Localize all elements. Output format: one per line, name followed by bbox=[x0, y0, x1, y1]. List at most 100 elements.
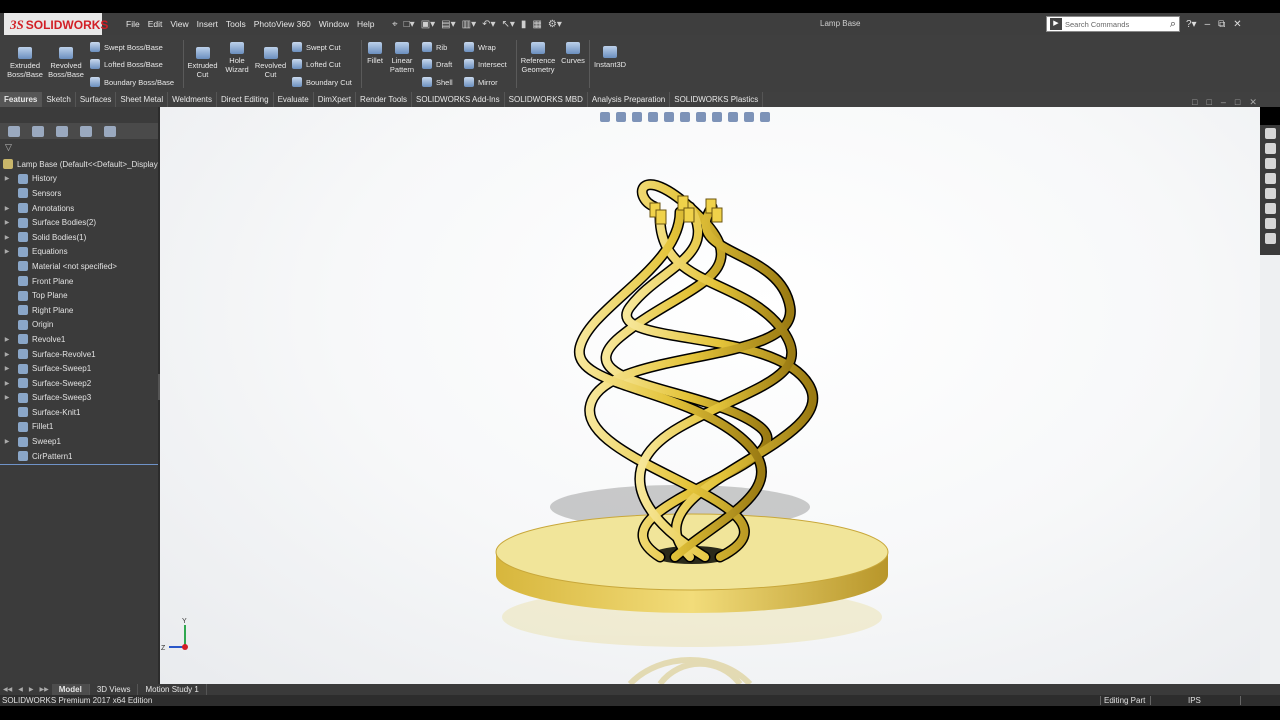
tab-surfaces[interactable]: Surfaces bbox=[76, 92, 117, 107]
select-icon[interactable]: ↖▾ bbox=[502, 19, 515, 30]
hide-show-items-icon[interactable] bbox=[712, 112, 722, 122]
unit-system[interactable]: IPS bbox=[1188, 695, 1201, 706]
custom-properties-icon[interactable] bbox=[1264, 203, 1276, 214]
tab-motion-study[interactable]: Motion Study 1 bbox=[138, 684, 207, 695]
tab-weldments[interactable]: Weldments bbox=[168, 92, 217, 107]
instant3d-button[interactable]: Instant3D bbox=[592, 46, 628, 69]
revolved-cut-button[interactable]: Revolved Cut bbox=[254, 47, 287, 79]
fillet-button[interactable]: Fillet bbox=[364, 42, 386, 65]
section-view-icon[interactable] bbox=[648, 112, 658, 122]
expand-arrow-icon[interactable]: ▶ bbox=[3, 219, 11, 226]
tree-item[interactable]: ▶ Surface-Sweep2 bbox=[0, 376, 158, 391]
minimize-icon[interactable]: – bbox=[1205, 19, 1211, 30]
menu-help[interactable]: Help bbox=[353, 19, 378, 29]
tree-filter[interactable]: ▽ bbox=[0, 141, 158, 155]
first-tab-icon[interactable]: ◀◀ bbox=[0, 686, 15, 693]
tree-item[interactable]: Sensors bbox=[0, 186, 158, 201]
tab-evaluate[interactable]: Evaluate bbox=[274, 92, 314, 107]
hole-wizard-button[interactable]: Hole Wizard bbox=[221, 42, 253, 74]
tree-item[interactable]: ▶ Revolve1 bbox=[0, 332, 158, 347]
extruded-cut-button[interactable]: Extruded Cut bbox=[186, 47, 219, 79]
menu-view[interactable]: View bbox=[166, 19, 192, 29]
apply-scene-icon[interactable] bbox=[744, 112, 754, 122]
expand-arrow-icon[interactable]: ▶ bbox=[3, 336, 11, 343]
tab-render-tools[interactable]: Render Tools bbox=[356, 92, 413, 107]
tab-direct-editing[interactable]: Direct Editing bbox=[217, 92, 274, 107]
tab-sketch[interactable]: Sketch bbox=[42, 92, 76, 107]
tree-item[interactable]: ▶ Surface-Sweep1 bbox=[0, 361, 158, 376]
restore-icon[interactable]: ⧉ bbox=[1218, 19, 1225, 30]
tree-item[interactable]: Surface-Knit1 bbox=[0, 405, 158, 420]
dimxpert-manager-icon[interactable] bbox=[80, 125, 92, 137]
boundary-boss-button[interactable]: Boundary Boss/Base bbox=[90, 76, 174, 88]
menu-tools[interactable]: Tools bbox=[222, 19, 250, 29]
tree-item[interactable]: Front Plane bbox=[0, 274, 158, 289]
wrap-button[interactable]: Wrap bbox=[464, 41, 496, 53]
menu-insert[interactable]: Insert bbox=[193, 19, 222, 29]
tab-addins[interactable]: SOLIDWORKS Add-Ins bbox=[412, 92, 505, 107]
extruded-boss-button[interactable]: Extruded Boss/Base bbox=[6, 47, 44, 79]
rebuild-icon[interactable]: ▮ bbox=[521, 19, 527, 30]
tab-mbd[interactable]: SOLIDWORKS MBD bbox=[505, 92, 588, 107]
intersect-button[interactable]: Intersect bbox=[464, 58, 507, 70]
tree-item[interactable]: CirPattern1 bbox=[0, 449, 158, 464]
solidworks-logo[interactable]: 3S SOLIDWORKS bbox=[4, 13, 108, 36]
rib-button[interactable]: Rib bbox=[422, 41, 447, 53]
zoom-to-fit-icon[interactable] bbox=[600, 112, 610, 122]
viewport-restore-icon[interactable]: □ bbox=[1235, 97, 1240, 108]
options-gear-icon[interactable]: ⚙▾ bbox=[548, 19, 562, 30]
tree-item[interactable]: ▶ Surface-Sweep3 bbox=[0, 391, 158, 406]
lofted-cut-button[interactable]: Lofted Cut bbox=[292, 58, 341, 70]
new-document-icon[interactable]: □▾ bbox=[404, 19, 415, 30]
tab-features[interactable]: Features bbox=[0, 92, 43, 107]
close-icon[interactable]: ✕ bbox=[1233, 19, 1241, 30]
viewport-split-icon[interactable]: □ bbox=[1206, 97, 1211, 108]
tree-item[interactable]: Material <not specified> bbox=[0, 259, 158, 274]
edit-appearance-icon[interactable] bbox=[728, 112, 738, 122]
menu-edit[interactable]: Edit bbox=[144, 19, 167, 29]
prev-tab-icon[interactable]: ◀ bbox=[15, 686, 26, 693]
print-icon[interactable]: ▥▾ bbox=[462, 19, 476, 30]
tree-item[interactable]: ▶ Annotations bbox=[0, 201, 158, 216]
tree-item[interactable]: ▶ Surface-Revolve1 bbox=[0, 347, 158, 362]
last-tab-icon[interactable]: ▶▶ bbox=[36, 686, 51, 693]
plastics-icon[interactable] bbox=[1264, 233, 1276, 244]
file-explorer-icon[interactable] bbox=[1264, 158, 1276, 169]
menu-file[interactable]: File bbox=[122, 19, 144, 29]
menu-photoview[interactable]: PhotoView 360 bbox=[250, 19, 315, 29]
undo-icon[interactable]: ↶▾ bbox=[482, 19, 495, 30]
revolved-boss-button[interactable]: Revolved Boss/Base bbox=[47, 47, 85, 79]
forum-icon[interactable] bbox=[1264, 218, 1276, 229]
save-icon[interactable]: ▤▾ bbox=[441, 19, 455, 30]
tab-plastics[interactable]: SOLIDWORKS Plastics bbox=[670, 92, 764, 107]
pin-icon[interactable]: ⌖ bbox=[392, 19, 398, 30]
tab-analysis-preparation[interactable]: Analysis Preparation bbox=[588, 92, 671, 107]
open-icon[interactable]: ▣▾ bbox=[421, 19, 435, 30]
tree-root-part[interactable]: Lamp Base (Default<<Default>_Display bbox=[0, 157, 158, 172]
swept-cut-button[interactable]: Swept Cut bbox=[292, 41, 341, 53]
expand-arrow-icon[interactable]: ▶ bbox=[3, 248, 11, 255]
previous-view-icon[interactable] bbox=[632, 112, 642, 122]
expand-arrow-icon[interactable]: ▶ bbox=[3, 205, 11, 212]
mirror-button[interactable]: Mirror bbox=[464, 76, 498, 88]
expand-arrow-icon[interactable]: ▶ bbox=[3, 365, 11, 372]
tree-item[interactable]: ▶ Surface Bodies(2) bbox=[0, 215, 158, 230]
tab-sheet-metal[interactable]: Sheet Metal bbox=[116, 92, 169, 107]
linear-pattern-button[interactable]: Linear Pattern bbox=[388, 42, 416, 74]
boundary-cut-button[interactable]: Boundary Cut bbox=[292, 76, 352, 88]
display-style-icon[interactable] bbox=[696, 112, 706, 122]
expand-arrow-icon[interactable]: ▶ bbox=[3, 438, 11, 445]
tree-item[interactable]: ▶ History bbox=[0, 172, 158, 187]
swept-boss-button[interactable]: Swept Boss/Base bbox=[90, 41, 163, 53]
expand-arrow-icon[interactable]: ▶ bbox=[3, 380, 11, 387]
tab-dimxpert[interactable]: DimXpert bbox=[314, 92, 357, 107]
shell-button[interactable]: Shell bbox=[422, 76, 453, 88]
view-palette-icon[interactable] bbox=[1264, 173, 1276, 184]
draft-button[interactable]: Draft bbox=[422, 58, 452, 70]
file-properties-icon[interactable]: ▦ bbox=[532, 19, 541, 30]
configuration-manager-icon[interactable] bbox=[56, 125, 68, 137]
design-library-icon[interactable] bbox=[1264, 143, 1276, 154]
expand-arrow-icon[interactable]: ▶ bbox=[3, 175, 11, 182]
view-orientation-icon[interactable] bbox=[680, 112, 690, 122]
tree-item[interactable]: Origin bbox=[0, 318, 158, 333]
